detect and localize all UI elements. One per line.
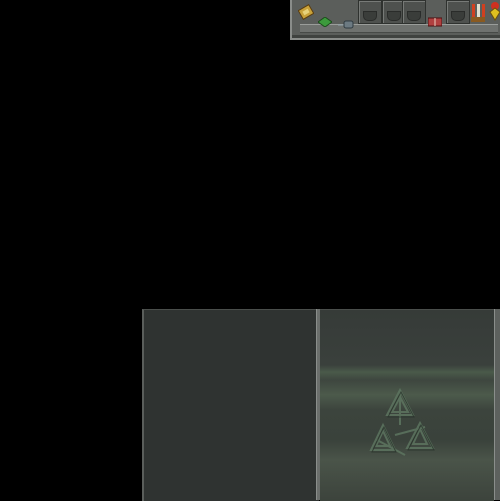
empty-slot-icon — [387, 11, 401, 21]
book-icon[interactable] — [427, 12, 443, 31]
gem-icon[interactable] — [317, 12, 333, 31]
empty-slot-icon — [451, 11, 465, 21]
amulet-icon[interactable] — [488, 2, 500, 26]
left-panel — [142, 309, 319, 501]
ring-icon[interactable] — [338, 14, 354, 33]
hotbar-slot-5[interactable] — [358, 0, 382, 24]
inventory-hotbar — [290, 0, 500, 40]
triangle-rune-icon — [365, 385, 445, 460]
panel-edge — [494, 309, 500, 500]
torch-icon[interactable] — [470, 2, 486, 28]
empty-slot-icon — [407, 11, 421, 21]
scroll-icon[interactable] — [297, 3, 315, 24]
empty-slot-icon — [363, 11, 377, 21]
hotbar-slot-9[interactable] — [446, 0, 470, 24]
hotbar-slot-7[interactable] — [402, 0, 426, 24]
